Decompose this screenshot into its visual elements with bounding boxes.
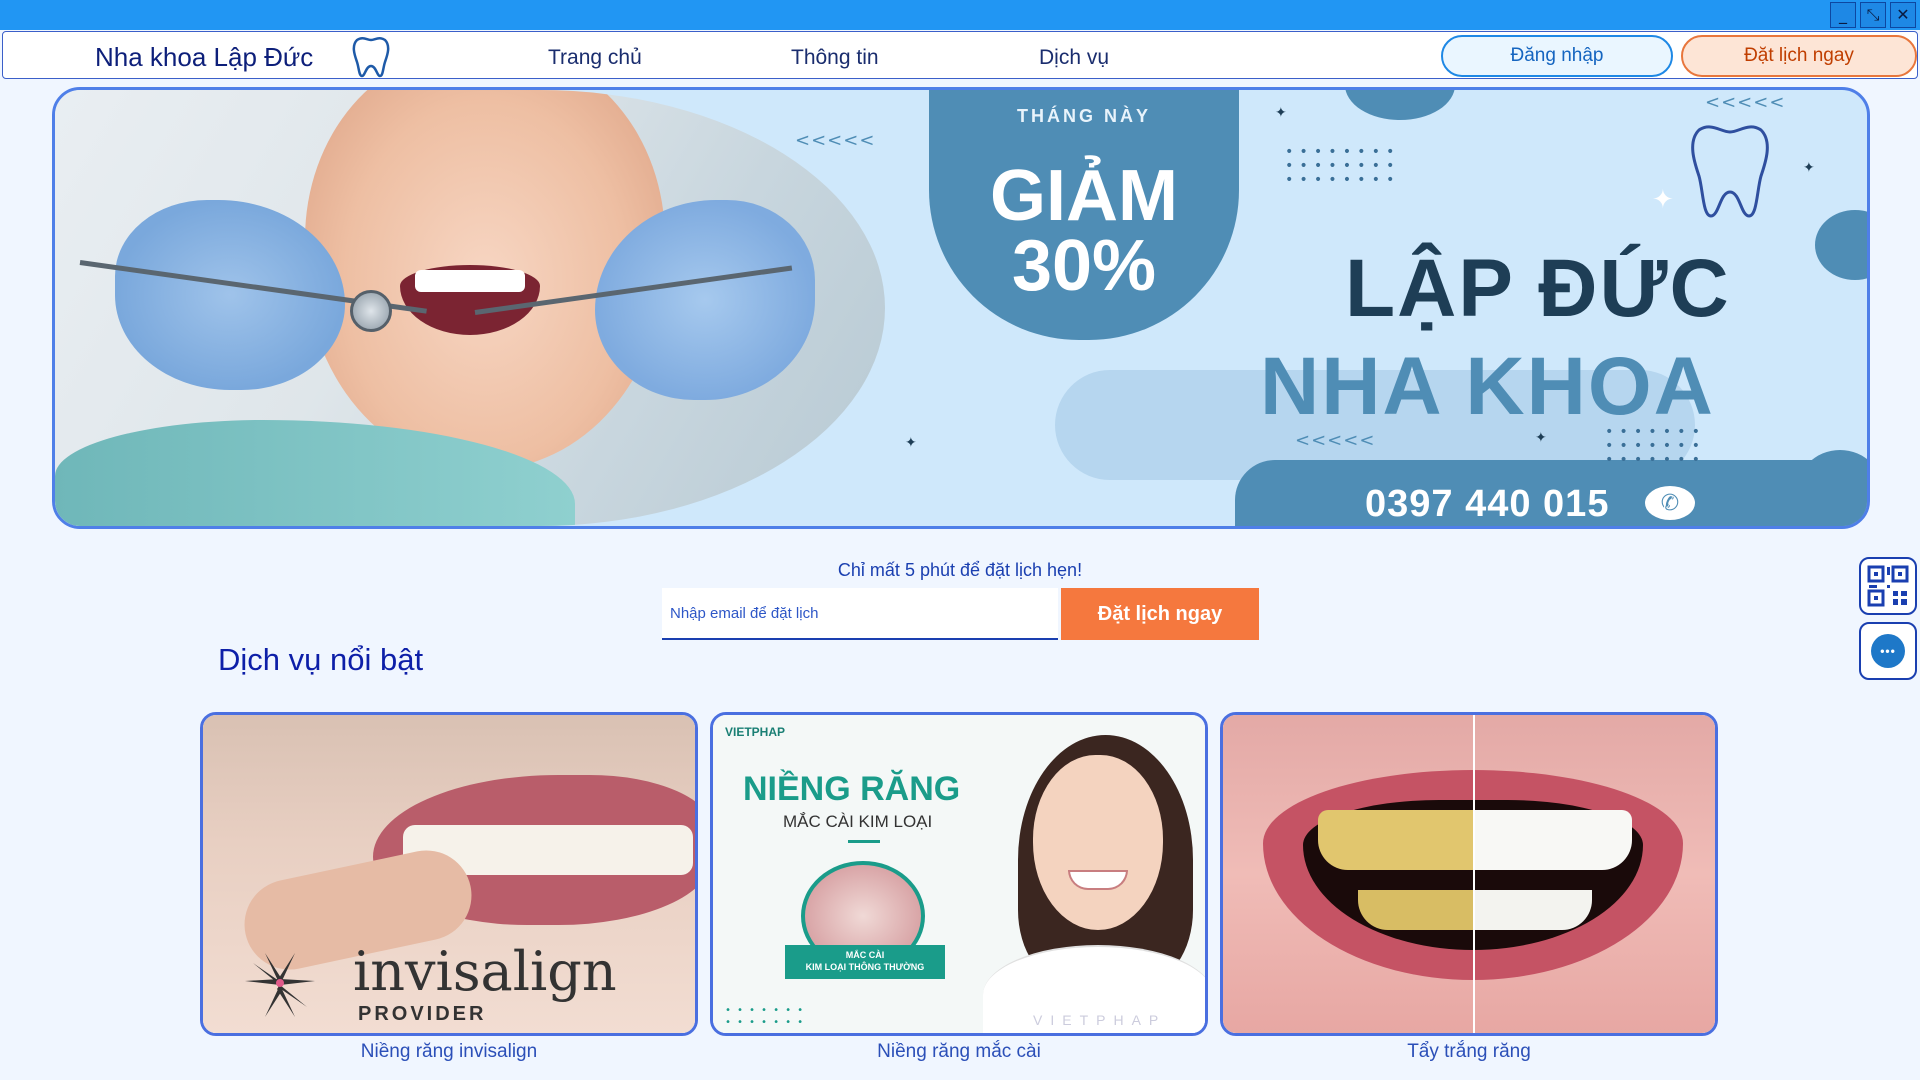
tooth-outline-icon [1691, 125, 1769, 218]
yellow-teeth-before [1358, 890, 1475, 930]
model-face [1033, 755, 1163, 930]
before-after-divider [1473, 715, 1475, 1033]
service-card-whitening[interactable] [1220, 712, 1718, 1036]
nav-link-info[interactable]: Thông tin [791, 46, 879, 70]
window-titlebar: _ ⤡ ✕ [0, 0, 1920, 30]
qr-code-button[interactable] [1859, 557, 1917, 615]
braces-tag-line1: MẮC CÀI [845, 950, 885, 960]
white-teeth-after [1475, 810, 1632, 870]
chat-bubble-icon: ••• [1871, 634, 1905, 668]
chat-button[interactable]: ••• [1859, 622, 1917, 680]
braces-promo-subtitle: MẮC CÀI KIM LOẠI [783, 812, 933, 831]
patient-teeth [415, 270, 525, 292]
service-caption-invisalign[interactable]: Niềng răng invisalign [200, 1041, 698, 1063]
service-card-invisalign[interactable]: invisalign PROVIDER [200, 712, 698, 1036]
close-icon[interactable]: ✕ [1890, 2, 1916, 28]
banner-circle-decoration [1815, 210, 1867, 280]
banner-brand-line2: NHA KHOA [1260, 341, 1715, 432]
sparkle-decoration: ✦ [1275, 105, 1287, 121]
nav-link-home[interactable]: Trang chủ [548, 46, 642, 70]
dentist-patient-photo [55, 90, 885, 526]
chevron-decoration: <<<<< [1705, 92, 1786, 113]
booking-tagline: Chỉ mất 5 phút để đặt lịch hẹn! [837, 560, 1083, 580]
promo-this-month: THÁNG NÀY [1017, 106, 1151, 126]
banner-circle-decoration [1345, 90, 1455, 120]
dot-grid-decoration: ••••••• ••••••• [725, 1005, 810, 1028]
featured-services-title: Dịch vụ nổi bật [218, 642, 424, 677]
top-navbar: Nha khoa Lập Đức Trang chủ Thông tin Dịc… [2, 31, 1918, 79]
phone-icon: ✆ [1645, 486, 1695, 520]
brand-name[interactable]: Nha khoa Lập Đức [95, 42, 313, 73]
hero-banner[interactable]: THÁNG NÀY GIẢM 30% LẬP ĐỨC NHA KHOA 0397… [52, 87, 1870, 529]
promo-discount-word: GIẢM [990, 156, 1178, 236]
white-teeth-after [1475, 890, 1592, 930]
banner-phone-number: 0397 440 015 [1365, 483, 1610, 525]
braces-promo-title: NIỀNG RĂNG [743, 770, 961, 808]
tooth-logo-icon [352, 36, 390, 78]
invisalign-provider-text: PROVIDER [358, 1003, 487, 1025]
sparkle-decoration: ✦ [1803, 160, 1815, 176]
window-controls: _ ⤡ ✕ [1830, 0, 1920, 30]
service-card-braces[interactable]: VIETPHAP NIỀNG RĂNG MẮC CÀI KIM LOẠI MẮC… [710, 712, 1208, 1036]
vietphap-watermark: VIETPHAP [1033, 1012, 1167, 1028]
promo-discount-percent: 30% [1011, 226, 1157, 306]
discount-badge: THÁNG NÀY GIẢM 30% [929, 90, 1239, 340]
yellow-teeth-before [1318, 810, 1475, 870]
email-input[interactable] [662, 588, 1058, 640]
chevron-decoration: <<<<< [1295, 430, 1376, 451]
invisalign-star-logo-icon [245, 953, 315, 1017]
sparkle-decoration: ✦ [905, 435, 917, 451]
book-now-header-button[interactable]: Đặt lịch ngay [1681, 35, 1917, 77]
login-button[interactable]: Đăng nhập [1441, 35, 1673, 77]
minimize-icon[interactable]: _ [1830, 2, 1856, 28]
book-now-button[interactable]: Đặt lịch ngay [1061, 588, 1259, 640]
dot-grid-decoration: •••••••• •••••••• •••••••• [1285, 144, 1401, 188]
restore-icon[interactable]: ⤡ [1860, 2, 1886, 28]
nav-link-services[interactable]: Dịch vụ [1039, 46, 1109, 70]
qr-code-icon [1867, 565, 1909, 607]
invisalign-wordmark: invisalign [353, 940, 617, 1003]
service-caption-braces[interactable]: Niềng răng mắc cài [710, 1041, 1208, 1063]
dental-mirror [350, 290, 392, 332]
banner-brand-line1: LẬP ĐỨC [1345, 243, 1731, 334]
braces-tag: MẮC CÀI KIM LOẠI THÔNG THƯỜNG [785, 945, 945, 979]
accent-underline [848, 840, 880, 843]
sparkle-decoration: ✦ [1652, 185, 1674, 215]
chevron-decoration: <<<<< [795, 130, 876, 151]
service-caption-whitening[interactable]: Tẩy trắng răng [1220, 1041, 1718, 1063]
dot-grid-decoration: ••••••• ••••••• ••••••• [1605, 424, 1707, 468]
sparkle-decoration: ✦ [1535, 430, 1547, 446]
braces-tag-line2: KIM LOẠI THÔNG THƯỜNG [805, 962, 925, 972]
vietphap-logo-text: VIETPHAP [725, 725, 786, 739]
